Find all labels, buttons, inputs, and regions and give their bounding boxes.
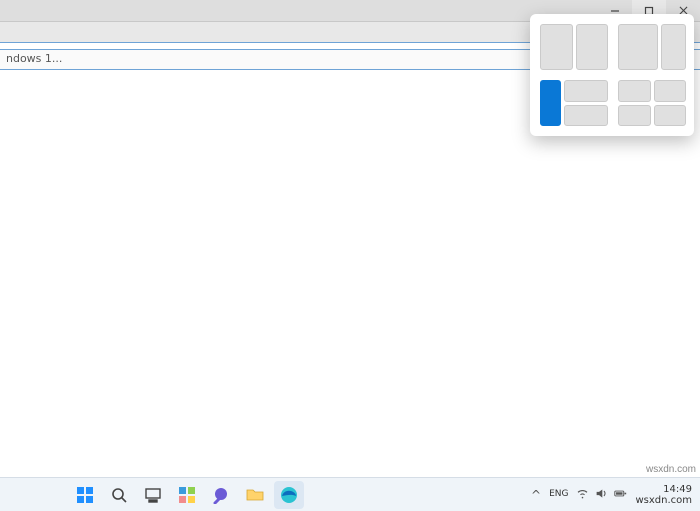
language-indicator[interactable]: ENG	[549, 490, 568, 499]
snap-layouts-flyout	[530, 14, 694, 136]
snap-layout-leftbig[interactable]	[540, 80, 608, 126]
snap-cell[interactable]	[618, 80, 651, 102]
snap-cell[interactable]	[564, 80, 608, 102]
taskview-button[interactable]	[138, 481, 168, 509]
battery-icon[interactable]	[614, 487, 627, 503]
tray-icons	[576, 487, 627, 503]
clock-time: 14:49	[663, 484, 692, 495]
snap-cell[interactable]	[540, 24, 573, 70]
snap-layout-split[interactable]	[540, 24, 608, 70]
system-tray: ^ ENG 14:49 wsxdn.com	[531, 484, 692, 506]
edge-button[interactable]	[274, 481, 304, 509]
snap-cell[interactable]	[576, 24, 609, 70]
snap-cell[interactable]	[661, 24, 686, 70]
snap-cell[interactable]	[564, 105, 608, 127]
wifi-icon[interactable]	[576, 487, 589, 503]
start-button[interactable]	[70, 481, 100, 509]
taskbar-center	[70, 481, 304, 509]
explorer-button[interactable]	[240, 481, 270, 509]
clock[interactable]: 14:49 wsxdn.com	[635, 484, 692, 506]
snap-cell[interactable]	[654, 105, 687, 127]
snap-cell-selected[interactable]	[540, 80, 561, 126]
chat-button[interactable]	[206, 481, 236, 509]
tray-chevron-icon[interactable]: ^	[531, 488, 541, 502]
taskbar: ^ ENG 14:49 wsxdn.com	[0, 477, 700, 511]
widgets-button[interactable]	[172, 481, 202, 509]
snap-layout-wide[interactable]	[618, 24, 686, 70]
lang-top: ENG	[549, 490, 568, 499]
clock-date: wsxdn.com	[635, 495, 692, 506]
snap-cell[interactable]	[618, 105, 651, 127]
snap-cell[interactable]	[618, 24, 658, 70]
volume-icon[interactable]	[595, 487, 608, 503]
watermark-text: wsxdn.com	[646, 464, 696, 475]
tab-title[interactable]: ndows 1...	[6, 52, 62, 65]
snap-layout-quad[interactable]	[618, 80, 686, 126]
snap-cell[interactable]	[654, 80, 687, 102]
search-button[interactable]	[104, 481, 134, 509]
